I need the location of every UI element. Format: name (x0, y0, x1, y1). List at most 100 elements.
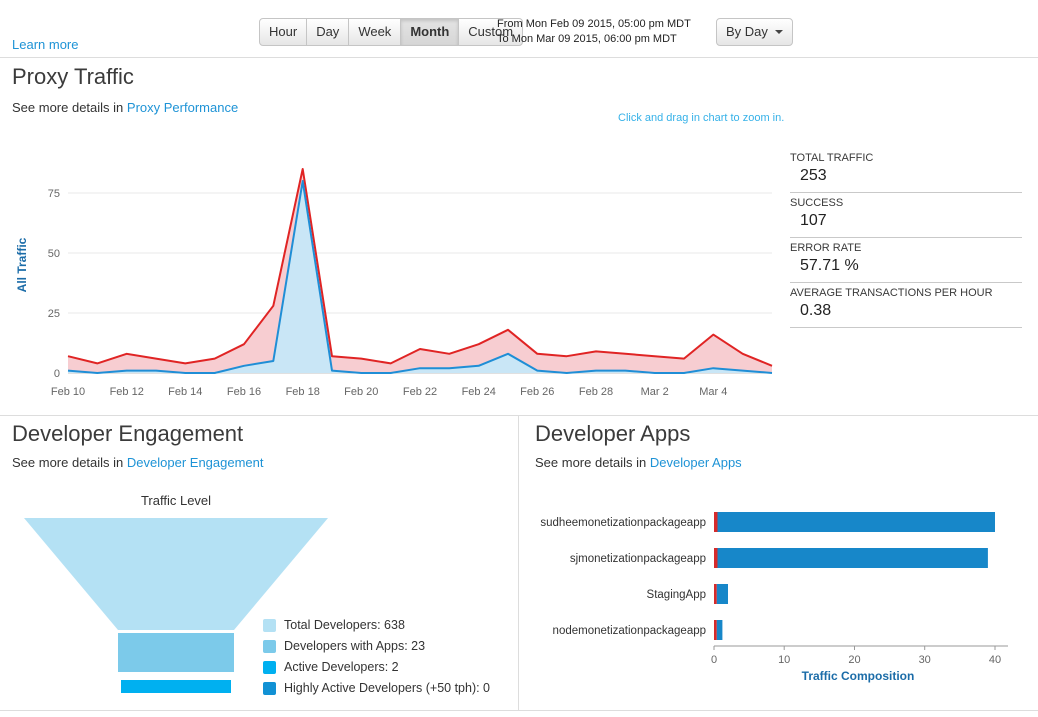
y-tick-label: 0 (54, 368, 60, 380)
legend-item: Active Developers: 2 (263, 660, 490, 674)
x-tick-label: 40 (989, 654, 1001, 666)
x-tick-label: Mar 4 (699, 386, 727, 398)
stat-error-rate: ERROR RATE 57.71 % (790, 238, 1022, 283)
legend-swatch-icon (263, 640, 276, 653)
section-divider (0, 415, 1038, 416)
stat-value: 0.38 (790, 302, 1022, 320)
legend-item: Total Developers: 638 (263, 618, 490, 632)
x-tick-label: Feb 28 (579, 386, 613, 398)
series-line-all-traffic (68, 169, 772, 366)
bar-category-label: nodemonetizationpackageapp (553, 625, 706, 637)
section-divider (0, 710, 1038, 711)
proxy-traffic-subtitle: See more details in Proxy Performance (12, 100, 238, 115)
developer-apps-chart: sudheemonetizationpackageapp sjmonetizati… (522, 498, 1038, 698)
developer-engagement-link[interactable]: Developer Engagement (127, 455, 264, 470)
legend-swatch-icon (263, 682, 276, 695)
date-to: To Mon Mar 09 2015, 06:00 pm MDT (497, 32, 691, 47)
range-button-day[interactable]: Day (306, 18, 349, 46)
x-tick-label: Mar 2 (641, 386, 669, 398)
legend-label: Highly Active Developers (+50 tph): 0 (284, 681, 490, 695)
y-axis-title: All Traffic (15, 237, 29, 292)
series-area-success (68, 181, 772, 373)
x-tick-label: 20 (848, 654, 860, 666)
x-tick-label: Feb 12 (110, 386, 144, 398)
developer-apps-link[interactable]: Developer Apps (650, 455, 742, 470)
funnel-legend: Total Developers: 638 Developers with App… (263, 618, 490, 702)
x-tick-label: Feb 16 (227, 386, 261, 398)
x-tick-label: Feb 24 (462, 386, 496, 398)
details-prefix: See more details in (12, 100, 123, 115)
legend-swatch-icon (263, 661, 276, 674)
stat-total-traffic: TOTAL TRAFFIC 253 (790, 148, 1022, 193)
x-axis-title: Traffic Composition (802, 669, 915, 683)
range-button-hour[interactable]: Hour (259, 18, 307, 46)
funnel-segment-active-developers-2 (121, 680, 231, 693)
stat-label: ERROR RATE (790, 242, 1022, 254)
bar-segment-errors (714, 584, 717, 604)
bar-segment-errors (714, 620, 717, 640)
bar-category-label: sudheemonetizationpackageapp (540, 517, 706, 529)
stat-value: 107 (790, 212, 1022, 230)
date-from: From Mon Feb 09 2015, 05:00 pm MDT (497, 17, 691, 32)
stat-label: AVERAGE TRANSACTIONS PER HOUR (790, 287, 1022, 299)
funnel-segment-developers-with-apps-23 (118, 633, 234, 672)
x-tick-label: 30 (919, 654, 931, 666)
zoom-hint: Click and drag in chart to zoom in. (618, 112, 784, 124)
proxy-performance-link[interactable]: Proxy Performance (127, 100, 238, 115)
legend-label: Total Developers: 638 (284, 618, 405, 632)
stat-success: SUCCESS 107 (790, 193, 1022, 238)
bar-segment-traffic (718, 548, 988, 568)
stat-average-transactions-per-hour: AVERAGE TRANSACTIONS PER HOUR 0.38 (790, 283, 1022, 328)
section-divider (0, 57, 1038, 58)
details-prefix: See more details in (12, 455, 123, 470)
bar-category-label: StagingApp (647, 589, 706, 601)
x-tick-label: 0 (711, 654, 717, 666)
bar-segment-traffic (717, 620, 723, 640)
series-area-all-traffic (68, 169, 772, 373)
bar-category-label: sjmonetizationpackageapp (570, 553, 706, 565)
group-by-dropdown[interactable]: By Day (716, 18, 793, 46)
stats-panel: TOTAL TRAFFIC 253 SUCCESS 107 ERROR RATE 57.7… (790, 148, 1022, 328)
legend-label: Developers with Apps: 23 (284, 639, 425, 653)
x-tick-label: Feb 26 (520, 386, 554, 398)
developer-engagement-title: Developer Engagement (12, 421, 243, 447)
details-prefix: See more details in (535, 455, 646, 470)
legend-label: Active Developers: 2 (284, 660, 399, 674)
y-tick-label: 75 (48, 188, 60, 200)
date-range: From Mon Feb 09 2015, 05:00 pm MDT To Mo… (497, 17, 691, 47)
stat-value: 253 (790, 167, 1022, 185)
developer-apps-title: Developer Apps (535, 421, 690, 447)
y-tick-label: 25 (48, 308, 60, 320)
stat-label: TOTAL TRAFFIC (790, 152, 1022, 164)
developer-apps-subtitle: See more details in Developer Apps (535, 455, 742, 470)
x-tick-label: Feb 20 (344, 386, 378, 398)
x-tick-label: Feb 14 (168, 386, 202, 398)
legend-item: Developers with Apps: 23 (263, 639, 490, 653)
proxy-traffic-chart[interactable]: 0 25 50 75 Feb 10 Feb 12 Feb 14 Feb 16 Feb 18 Feb… (4, 143, 784, 405)
stat-label: SUCCESS (790, 197, 1022, 209)
y-tick-label: 50 (48, 248, 60, 260)
range-button-month[interactable]: Month (400, 18, 459, 46)
bar-segment-errors (714, 548, 718, 568)
stat-value: 57.71 % (790, 257, 1022, 275)
x-tick-label: Feb 18 (286, 386, 320, 398)
x-tick-label: Feb 22 (403, 386, 437, 398)
legend-item: Highly Active Developers (+50 tph): 0 (263, 681, 490, 695)
developer-engagement-subtitle: See more details in Developer Engagement (12, 455, 264, 470)
range-button-group: HourDayWeekMonthCustom (259, 18, 523, 46)
learn-more-link[interactable]: Learn more (12, 37, 78, 52)
series-line-success (68, 181, 772, 373)
group-by-label: By Day (726, 23, 768, 41)
range-button-week[interactable]: Week (348, 18, 401, 46)
funnel-segment-total-developers-638 (24, 518, 328, 630)
bar-segment-traffic (718, 512, 996, 532)
x-tick-label: Feb 10 (51, 386, 85, 398)
bar-segment-errors (714, 512, 718, 532)
funnel-chart-title: Traffic Level (0, 493, 352, 508)
section-divider-vertical (518, 415, 519, 710)
bar-segment-traffic (717, 584, 728, 604)
proxy-traffic-title: Proxy Traffic (12, 64, 134, 90)
caret-down-icon (775, 30, 783, 34)
legend-swatch-icon (263, 619, 276, 632)
analytics-dashboard: Learn more HourDayWeekMonthCustom From M… (0, 0, 1038, 717)
